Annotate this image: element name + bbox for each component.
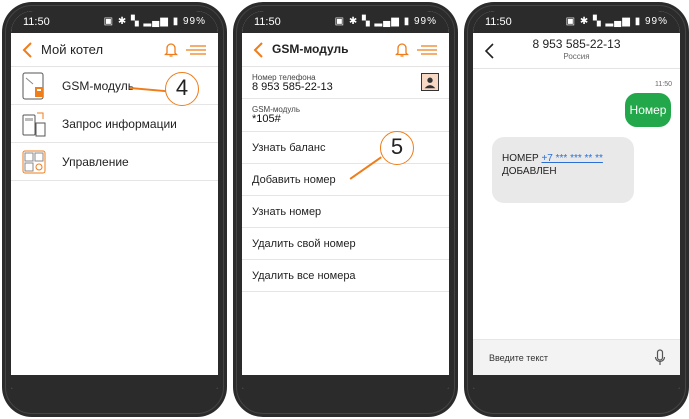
- menu-lines-icon[interactable]: [186, 44, 206, 56]
- menu-item-info-request[interactable]: Запрос информации: [11, 106, 218, 143]
- contact-book-icon[interactable]: [421, 73, 439, 91]
- bottom-bar: [473, 375, 680, 389]
- battery-level: 99%: [644, 16, 668, 27]
- status-icons: ▣ ✱ ▚ ▂▄▆ ▮ 99%: [335, 16, 437, 27]
- app-bar: GSM-модуль: [242, 33, 449, 67]
- menu-item-check-balance[interactable]: Узнать баланс: [242, 133, 449, 164]
- control-icon: [22, 150, 46, 174]
- callout-5: 5: [380, 131, 414, 165]
- chat-contact-number: 8 953 585-22-13: [532, 37, 621, 51]
- gsm-code-field[interactable]: GSM-модуль *105#: [242, 100, 449, 132]
- phone-frame-2: 11:50 ▣ ✱ ▚ ▂▄▆ ▮ 99% GSM-модуль Номер т…: [233, 2, 458, 417]
- battery-level: 99%: [182, 16, 206, 27]
- incoming-prefix: НОМЕР: [502, 153, 539, 164]
- chat-contact-country: Россия: [563, 52, 590, 61]
- phone-screen-3: 11:50 ▣ ✱ ▚ ▂▄▆ ▮ 99% 8 953 585-22-13 Ро…: [473, 11, 680, 389]
- status-time: 11:50: [254, 16, 281, 28]
- menu-item-label: Добавить номер: [252, 174, 336, 186]
- menu-item-add-number[interactable]: Добавить номер: [242, 165, 449, 196]
- message-input-bar: [473, 339, 680, 375]
- gsm-module-icon: [22, 72, 44, 100]
- phone-frame-3: 11:50 ▣ ✱ ▚ ▂▄▆ ▮ 99% 8 953 585-22-13 Ро…: [464, 2, 689, 417]
- message-timestamp: 11:50: [655, 81, 672, 88]
- phone-screen-1: 11:50 ▣ ✱ ▚ ▂▄▆ ▮ 99% Мой котел GSM-моду…: [11, 11, 218, 389]
- menu-item-label: Удалить свой номер: [252, 238, 356, 250]
- phone-number-value: 8 953 585-22-13: [252, 81, 333, 93]
- incoming-message-line-1: НОМЕР +7 *** *** ** **: [502, 153, 603, 164]
- menu-item-label: Узнать баланс: [252, 142, 326, 154]
- menu-item-delete-all-numbers[interactable]: Удалить все номера: [242, 261, 449, 292]
- chat-header: 8 953 585-22-13 Россия: [473, 33, 680, 69]
- menu-item-label: Запрос информации: [62, 117, 177, 131]
- bell-icon[interactable]: [164, 42, 178, 58]
- status-time: 11:50: [485, 16, 512, 28]
- microphone-icon[interactable]: [654, 349, 666, 367]
- menu-item-check-number[interactable]: Узнать номер: [242, 197, 449, 228]
- menu-item-label: GSM-модуль: [62, 79, 134, 93]
- bottom-bar: [242, 375, 449, 389]
- phone-number-link[interactable]: +7 *** *** ** **: [541, 153, 602, 164]
- outgoing-message: Номер: [625, 93, 671, 127]
- status-time: 11:50: [23, 16, 50, 28]
- status-indicator-icons: ▣ ✱ ▚ ▂▄▆ ▮: [334, 16, 411, 27]
- back-chevron-icon[interactable]: [21, 41, 35, 59]
- bottom-bar: [11, 375, 218, 389]
- bell-icon[interactable]: [395, 42, 409, 58]
- status-icons: ▣ ✱ ▚ ▂▄▆ ▮ 99%: [566, 16, 668, 27]
- back-chevron-icon[interactable]: [252, 41, 266, 59]
- callout-4: 4: [165, 72, 199, 106]
- status-bar: 11:50 ▣ ✱ ▚ ▂▄▆ ▮ 99%: [473, 11, 680, 33]
- phone-number-field[interactable]: Номер телефона 8 953 585-22-13: [242, 68, 449, 99]
- app-bar: Мой котел: [11, 33, 218, 67]
- menu-item-control[interactable]: Управление: [11, 144, 218, 181]
- incoming-message: НОМЕР +7 *** *** ** ** ДОБАВЛЕН: [492, 137, 634, 203]
- phone-frame-1: 11:50 ▣ ✱ ▚ ▂▄▆ ▮ 99% Мой котел GSM-моду…: [2, 2, 227, 417]
- message-input[interactable]: [489, 350, 639, 366]
- page-title: Мой котел: [41, 42, 104, 57]
- battery-level: 99%: [413, 16, 437, 27]
- menu-lines-icon[interactable]: [417, 44, 437, 56]
- menu-item-label: Удалить все номера: [252, 270, 356, 282]
- status-icons: ▣ ✱ ▚ ▂▄▆ ▮ 99%: [104, 16, 206, 27]
- phone-screen-2: 11:50 ▣ ✱ ▚ ▂▄▆ ▮ 99% GSM-модуль Номер т…: [242, 11, 449, 389]
- page-title: GSM-модуль: [272, 42, 349, 56]
- status-indicator-icons: ▣ ✱ ▚ ▂▄▆ ▮: [565, 16, 642, 27]
- menu-item-label: Узнать номер: [252, 206, 322, 218]
- status-bar: 11:50 ▣ ✱ ▚ ▂▄▆ ▮ 99%: [11, 11, 218, 33]
- menu-item-delete-own-number[interactable]: Удалить свой номер: [242, 229, 449, 260]
- gsm-code-value: *105#: [252, 113, 281, 125]
- menu-item-label: Управление: [62, 155, 129, 169]
- info-request-icon: [22, 112, 46, 137]
- status-indicator-icons: ▣ ✱ ▚ ▂▄▆ ▮: [103, 16, 180, 27]
- status-bar: 11:50 ▣ ✱ ▚ ▂▄▆ ▮ 99%: [242, 11, 449, 33]
- incoming-suffix: ДОБАВЛЕН: [502, 166, 557, 177]
